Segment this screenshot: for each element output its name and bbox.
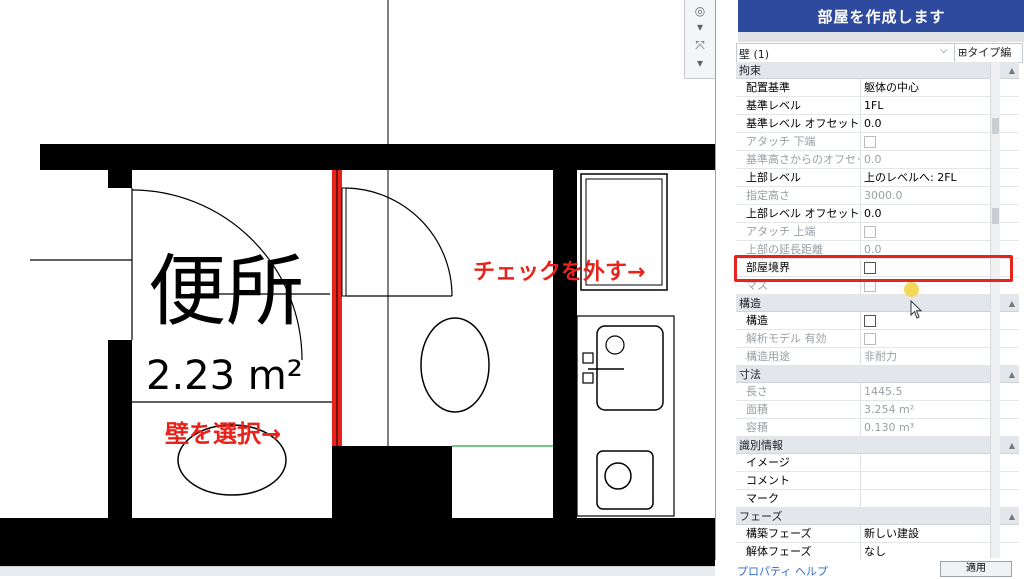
structural-checkbox[interactable] [864, 315, 876, 327]
chevron-down-icon[interactable]: ▾ [690, 54, 710, 72]
row-structural[interactable]: 構造 [736, 312, 1019, 330]
row-unconnected-height: 指定高さ 3000.0 [736, 187, 1019, 205]
row-area: 面積 3.254 m² [736, 401, 1019, 419]
cursor-highlight [904, 282, 919, 297]
section-dimensions[interactable]: 寸法 ▲ [736, 366, 1019, 383]
toilet [420, 317, 490, 413]
wall-block [332, 446, 452, 518]
mouse-cursor-icon [910, 300, 923, 319]
annotation-uncheck: チェックを外す→ [473, 260, 646, 285]
highlight-box [734, 255, 1013, 282]
attach-bottom-checkbox [864, 136, 876, 148]
row-length: 長さ 1445.5 [736, 383, 1019, 401]
properties-palette: 部屋を作成します 壁 (1) ⌵ ⊞タイプ編集 拘束▲ 配置基準躯体の中心 基準… [715, 0, 1024, 576]
banner-title: 部屋を作成します [738, 0, 1024, 32]
row-attach-top: アタッチ 上端 [736, 223, 1019, 241]
attach-top-checkbox [864, 226, 876, 238]
section-identity[interactable]: 識別情報 ▲ [736, 437, 1019, 454]
row-phase-demolished[interactable]: 解体フェーズ なし [736, 543, 1019, 561]
scrollbar-thumb[interactable] [992, 118, 999, 134]
panel-scrollbar[interactable] [990, 62, 1000, 558]
chevron-down-icon[interactable]: ▾ [690, 18, 710, 36]
row-base-level[interactable]: 基準レベル 1FL [736, 97, 1019, 115]
type-selector-value: 壁 (1) [739, 48, 770, 61]
row-base-offset[interactable]: 基準レベル オフセット 0.0 [736, 115, 1019, 133]
row-base-from-offset: 基準高さからのオフセット0.0 [736, 151, 1019, 169]
annotation-select-wall: 壁を選択→ [165, 420, 282, 448]
row-image[interactable]: イメージ [736, 454, 1019, 472]
apply-button[interactable]: 適用 [940, 561, 1012, 577]
row-analytical-model: 解析モデル 有効 [736, 330, 1019, 348]
room-area-label: 2.23 m² [146, 353, 303, 399]
properties-grid: 拘束 ▲ 配置基準 躯体の中心 基準レベル 1FL 基準レベル オフセット 0.0 アタ… [736, 62, 1019, 561]
wall-left-lower [108, 340, 132, 518]
row-attach-bottom: アタッチ 下端 [736, 133, 1019, 151]
section-phasing[interactable]: フェーズ ▲ [736, 508, 1019, 525]
analytical-model-checkbox [864, 333, 876, 345]
room-name-label: 便所 [148, 247, 305, 337]
row-volume: 容積 0.130 m³ [736, 419, 1019, 437]
row-top-level[interactable]: 上部レベル 上のレベルへ: 2FL [736, 169, 1019, 187]
row-location-line[interactable]: 配置基準 躯体の中心 [736, 79, 1019, 97]
edit-type-button[interactable]: ⊞タイプ編集 [954, 44, 1022, 77]
view-control-bar[interactable] [0, 566, 715, 576]
section-constraints[interactable]: 拘束 ▲ [736, 62, 1019, 79]
row-mark[interactable]: マーク [736, 490, 1019, 508]
properties-help-link[interactable]: プロパティ ヘルプ [737, 563, 828, 579]
scrollbar-thumb-2[interactable] [992, 208, 999, 224]
row-phase-created[interactable]: 構築フェーズ 新しい建設 [736, 525, 1019, 543]
edit-type-icon: ⊞ [958, 46, 968, 59]
floor-plan[interactable] [0, 0, 715, 576]
section-structure[interactable]: 構造 ▲ [736, 295, 1019, 312]
wall-top [40, 144, 715, 170]
row-comments[interactable]: コメント [736, 472, 1019, 490]
wall-bottom [0, 518, 715, 566]
properties-footer: プロパティ ヘルプ 適用 [715, 560, 1024, 579]
row-structural-usage: 構造用途 非耐力 [736, 348, 1019, 366]
navigation-bar[interactable]: ◎ ▾ ⤧ ▾ [684, 0, 715, 79]
wall-right [553, 170, 577, 518]
type-selector[interactable]: 壁 (1) ⌵ ⊞タイプ編集 [736, 43, 1023, 77]
chevron-down-icon[interactable]: ⌵ [940, 45, 948, 56]
wall-left-upper [108, 170, 132, 188]
drawing-canvas[interactable]: 便所 2.23 m² 壁を選択→ ◎ ▾ ⤧ ▾ [0, 0, 715, 576]
row-top-offset[interactable]: 上部レベル オフセット 0.0 [736, 205, 1019, 223]
zoom-icon[interactable]: ⤧ [690, 36, 710, 54]
